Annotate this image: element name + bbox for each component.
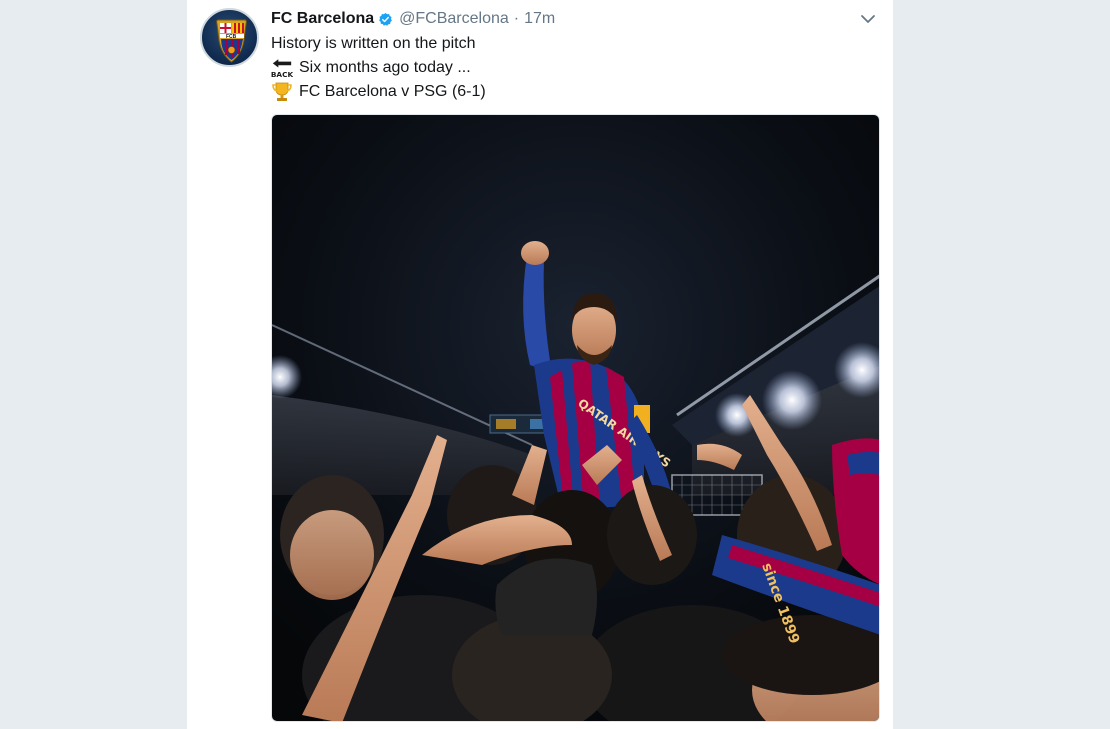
author-name[interactable]: FC Barcelona — [271, 10, 374, 28]
celebration-photo-image: QATAR AIRWAYS since 1899 — [272, 115, 879, 721]
avatar-badge-text: FCB — [226, 34, 237, 40]
tweet-line-3-text: FC Barcelona v PSG (6-1) — [299, 83, 486, 100]
tweet-line-1: History is written on the pitch — [271, 32, 871, 56]
chevron-down-icon[interactable] — [859, 10, 877, 28]
trophy-emoji-icon — [271, 81, 293, 103]
avatar[interactable]: FCB — [200, 8, 259, 67]
tweet-photo[interactable]: QATAR AIRWAYS since 1899 — [271, 114, 880, 722]
back-arrow-emoji-icon: BACK — [271, 57, 293, 79]
tweet-line-1-text: History is written on the pitch — [271, 35, 476, 52]
tweet-line-2: BACK Six months ago today ... — [271, 56, 871, 80]
tweet-line-3: FC Barcelona v PSG (6-1) — [271, 80, 871, 104]
separator-dot: · — [513, 10, 520, 27]
verified-badge-icon — [378, 12, 393, 27]
author-handle[interactable]: @FCBarcelona — [399, 10, 509, 28]
back-emoji-label: BACK — [271, 70, 293, 79]
tweet-header: FC Barcelona @FCBarcelona · 17m — [271, 9, 555, 29]
tweet-line-2-text: Six months ago today ... — [299, 59, 471, 76]
tweet-timestamp[interactable]: 17m — [524, 10, 555, 28]
tweet-text: History is written on the pitch BACK Six… — [271, 32, 871, 104]
tweet-card[interactable]: FCB FC Barcelona @FCBarcelona · 17m Hist… — [187, 0, 893, 729]
